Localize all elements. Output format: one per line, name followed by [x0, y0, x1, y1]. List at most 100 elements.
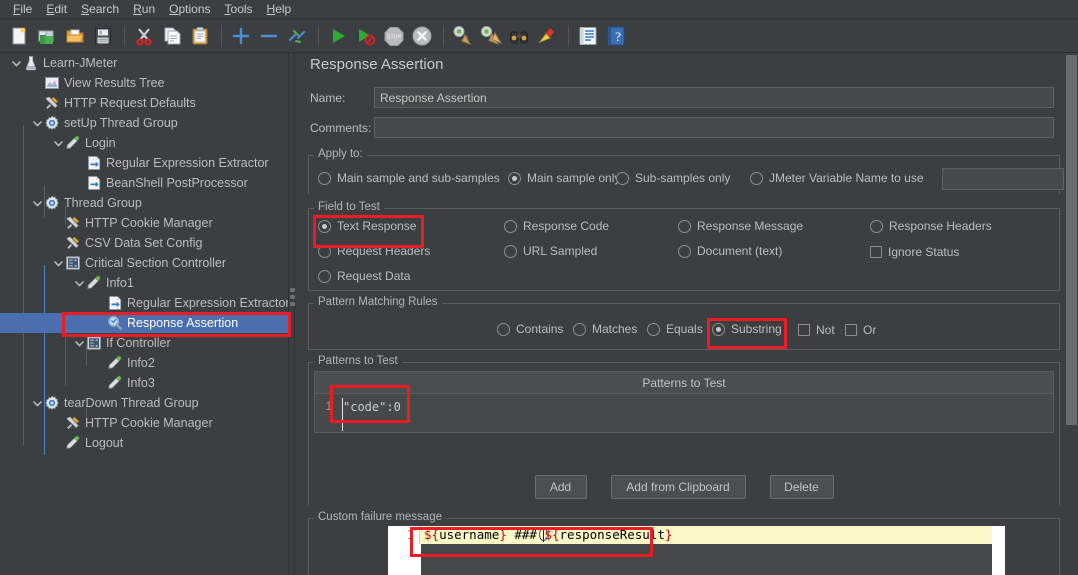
chevron-down-icon[interactable]: [31, 197, 44, 210]
copy-pages-icon[interactable]: [159, 23, 185, 49]
shutdown-icon[interactable]: [409, 23, 435, 49]
chevron-down-icon[interactable]: [52, 257, 65, 270]
radio-document-text[interactable]: Document (text): [678, 244, 782, 258]
tree-node-teardown-thread-group[interactable]: tearDown Thread Group: [0, 393, 288, 413]
tree-node-if-controller[interactable]: If Controller: [0, 333, 288, 353]
config-wrench-icon: [65, 215, 81, 231]
menu-run[interactable]: Run: [126, 0, 162, 18]
chevron-down-icon[interactable]: [73, 277, 86, 290]
menu-tools[interactable]: Tools: [218, 0, 260, 18]
field-to-test-title: Field to Test: [314, 201, 384, 214]
radio-sub-samples-only[interactable]: Sub-samples only: [616, 171, 730, 185]
checkbox-not[interactable]: Not: [798, 323, 835, 337]
radio-substring[interactable]: Substring: [712, 322, 782, 336]
menu-search[interactable]: Search: [74, 0, 126, 18]
radio-contains[interactable]: Contains: [497, 322, 563, 336]
stop-icon[interactable]: STOP: [381, 23, 407, 49]
menu-help[interactable]: Help: [260, 0, 299, 18]
radio-equals[interactable]: Equals: [647, 322, 703, 336]
tree-node-regular-expression-extractor[interactable]: Regular Expression Extractor: [0, 293, 288, 313]
radio-response-code[interactable]: Response Code: [504, 219, 609, 233]
expand-plus-icon[interactable]: [228, 23, 254, 49]
chevron-down-icon[interactable]: [31, 397, 44, 410]
reset-search-broom-icon[interactable]: [534, 23, 560, 49]
patterns-table[interactable]: Patterns to Test 1 "code":0: [314, 371, 1054, 433]
clear-all-broom-icon[interactable]: [478, 23, 504, 49]
tree-node-setup-thread-group[interactable]: setUp Thread Group: [0, 113, 288, 133]
page-title: Response Assertion: [310, 56, 444, 73]
add-button[interactable]: Add: [534, 475, 587, 499]
templates-icon[interactable]: [34, 23, 60, 49]
help-book-icon[interactable]: ?: [603, 23, 629, 49]
tree-node-learn-jmeter[interactable]: Learn-JMeter: [0, 53, 288, 73]
tree-node-http-request-defaults[interactable]: HTTP Request Defaults: [0, 93, 288, 113]
radio-label: Matches: [592, 322, 638, 336]
tree-node-view-results-tree[interactable]: View Results Tree: [0, 73, 288, 93]
editor-vertical-scrollbar[interactable]: [992, 526, 1005, 575]
function-helper-icon[interactable]: [575, 23, 601, 49]
name-input[interactable]: [374, 87, 1054, 108]
menu-edit[interactable]: Edit: [39, 0, 74, 18]
pattern-cell[interactable]: "code":0: [337, 400, 1053, 414]
radio-jmeter-variable-name[interactable]: JMeter Variable Name to use: [750, 171, 924, 185]
tree-node-response-assertion[interactable]: Response Assertion: [0, 313, 288, 333]
table-row[interactable]: 1 "code":0: [315, 394, 1053, 420]
checkbox-ignore-status[interactable]: Ignore Status: [870, 245, 959, 259]
tree-node-info3[interactable]: Info3: [0, 373, 288, 393]
search-binoculars-icon[interactable]: [506, 23, 532, 49]
toggle-icon[interactable]: [284, 23, 310, 49]
collapse-minus-icon[interactable]: [256, 23, 282, 49]
tree-node-label: Login: [85, 136, 116, 150]
radio-text-response[interactable]: Text Response: [318, 219, 416, 233]
radio-request-data[interactable]: Request Data: [318, 269, 410, 283]
pane-splitter[interactable]: [288, 53, 295, 575]
clear-broom-icon[interactable]: [450, 23, 476, 49]
chevron-down-icon[interactable]: [73, 337, 86, 350]
test-plan-tree[interactable]: Learn-JMeter View Results Tree HTTP Reques…: [0, 53, 288, 575]
tree-node-beanshell-postprocessor[interactable]: BeanShell PostProcessor: [0, 173, 288, 193]
radio-url-sampled[interactable]: URL Sampled: [504, 244, 597, 258]
radio-response-message[interactable]: Response Message: [678, 219, 803, 233]
radio-response-headers[interactable]: Response Headers: [870, 219, 992, 233]
add-from-clipboard-button[interactable]: Add from Clipboard: [610, 475, 746, 499]
chevron-down-icon[interactable]: [52, 137, 65, 150]
tree-node-regular-expression-extractor[interactable]: Regular Expression Extractor: [0, 153, 288, 173]
menu-options[interactable]: Options: [162, 0, 217, 18]
tree-node-logout[interactable]: Logout: [0, 433, 288, 453]
tree-node-label: Info1: [106, 276, 134, 290]
svg-text:STOP: STOP: [387, 34, 402, 40]
radio-main-sample-and-sub-samples[interactable]: Main sample and sub-samples: [318, 171, 500, 185]
checkbox-or[interactable]: Or: [845, 323, 876, 337]
comments-input[interactable]: [374, 117, 1054, 138]
tree-node-info1[interactable]: Info1: [0, 273, 288, 293]
radio-matches[interactable]: Matches: [573, 322, 637, 336]
jmeter-variable-name-input[interactable]: [942, 168, 1064, 190]
radio-main-sample-only[interactable]: Main sample only: [508, 171, 620, 185]
new-file-icon[interactable]: [6, 23, 32, 49]
tree-node-csv-data-set-config[interactable]: CSV Data Set Config: [0, 233, 288, 253]
radio-request-headers[interactable]: Request Headers: [318, 244, 430, 258]
tree-node-critical-section-controller[interactable]: Critical Section Controller: [0, 253, 288, 273]
paste-clipboard-icon[interactable]: [187, 23, 213, 49]
tree-node-login[interactable]: Login: [0, 133, 288, 153]
menu-file[interactable]: File: [6, 0, 39, 18]
start-play-icon[interactable]: [325, 23, 351, 49]
tree-node-label: View Results Tree: [64, 76, 165, 90]
scrollbar-thumb[interactable]: [1066, 55, 1077, 425]
splitter-grip-icon: [290, 288, 295, 309]
tree-node-http-cookie-manager[interactable]: HTTP Cookie Manager: [0, 413, 288, 433]
save-floppy-icon[interactable]: [90, 23, 116, 49]
tree-node-info2[interactable]: Info2: [0, 353, 288, 373]
start-no-timers-icon[interactable]: [353, 23, 379, 49]
open-folder-icon[interactable]: [62, 23, 88, 49]
tree-node-thread-group[interactable]: Thread Group: [0, 193, 288, 213]
panel-vertical-scrollbar[interactable]: [1065, 53, 1078, 575]
chevron-down-icon[interactable]: [10, 57, 23, 70]
chevron-down-icon[interactable]: [31, 117, 44, 130]
tree-node-http-cookie-manager[interactable]: HTTP Cookie Manager: [0, 213, 288, 233]
delete-button[interactable]: Delete: [769, 475, 834, 499]
cut-scissors-icon[interactable]: [131, 23, 157, 49]
editor-line[interactable]: ${username} ### ${responseResult}: [420, 526, 992, 544]
